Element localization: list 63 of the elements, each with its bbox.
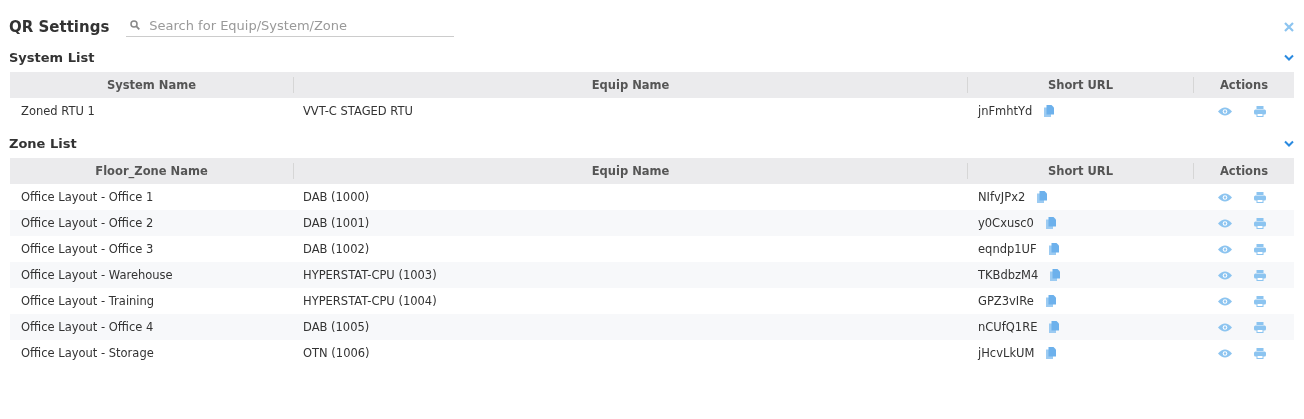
table-cell-text: TKBdbzM4 <box>977 268 1039 282</box>
copy-icon[interactable] <box>1050 269 1061 281</box>
close-icon[interactable] <box>1284 22 1294 32</box>
column-header[interactable]: Equip Name <box>294 77 968 93</box>
table-cell-text: Office Layout - Office 4 <box>20 320 155 334</box>
eye-icon[interactable] <box>1218 192 1232 202</box>
column-header[interactable]: Equip Name <box>294 163 968 179</box>
copy-icon[interactable] <box>1044 105 1055 117</box>
printer-icon[interactable] <box>1254 321 1266 333</box>
printer-icon[interactable] <box>1254 243 1266 255</box>
printer-icon[interactable] <box>1254 295 1266 307</box>
table-cell-text: DAB (1000) <box>302 190 371 204</box>
eye-icon[interactable] <box>1218 106 1232 116</box>
printer-icon[interactable] <box>1254 191 1266 203</box>
copy-icon[interactable] <box>1037 191 1048 203</box>
table-cell-text: y0Cxusc0 <box>977 216 1034 230</box>
chevron-down-icon[interactable] <box>1284 53 1294 61</box>
table-cell-text: DAB (1001) <box>302 216 371 230</box>
copy-icon[interactable] <box>1048 243 1059 255</box>
table-cell-text: HYPERSTAT-CPU (1004) <box>302 294 438 308</box>
table-cell-text: Office Layout - Office 3 <box>20 242 155 256</box>
table-cell-text: NIfvJPx2 <box>977 190 1026 204</box>
table-cell-text: Office Layout - Storage <box>20 346 155 360</box>
table-cell-text: DAB (1002) <box>302 242 371 256</box>
table-cell-text: eqndp1UF <box>977 242 1037 256</box>
table-cell-text: jnFmhtYd <box>976 104 1033 118</box>
copy-icon[interactable] <box>1046 347 1057 359</box>
search-icon <box>130 20 141 30</box>
table-cell-text: HYPERSTAT-CPU (1003) <box>302 268 438 282</box>
table-cell-text: Office Layout - Training <box>20 294 156 308</box>
table-cell-text: OTN (1006) <box>302 346 371 360</box>
table-cell-text: Office Layout - Office 2 <box>20 216 155 230</box>
table-cell-text: nCUfQ1RE <box>977 320 1038 334</box>
copy-icon[interactable] <box>1045 295 1056 307</box>
eye-icon[interactable] <box>1218 348 1232 358</box>
column-header[interactable]: Floor_Zone Name <box>10 163 294 179</box>
printer-icon[interactable] <box>1254 105 1266 117</box>
eye-icon[interactable] <box>1218 218 1232 228</box>
table-cell-text: Office Layout - Warehouse <box>20 268 174 282</box>
eye-icon[interactable] <box>1218 322 1232 332</box>
table-cell-text: DAB (1005) <box>302 320 371 334</box>
printer-icon[interactable] <box>1254 217 1266 229</box>
page-title: QR Settings <box>9 18 110 36</box>
column-header[interactable]: Actions <box>1194 158 1294 184</box>
column-header[interactable]: Short URL <box>968 77 1194 93</box>
section-title: Zone List <box>9 135 77 151</box>
column-header[interactable]: Short URL <box>968 163 1194 179</box>
section-title: System List <box>9 49 95 65</box>
copy-icon[interactable] <box>1049 321 1060 333</box>
table-cell-text: Office Layout - Office 1 <box>20 190 155 204</box>
eye-icon[interactable] <box>1218 296 1232 306</box>
printer-icon[interactable] <box>1254 347 1266 359</box>
eye-icon[interactable] <box>1218 244 1232 254</box>
column-header[interactable]: System Name <box>10 77 294 93</box>
column-header[interactable]: Actions <box>1194 72 1294 98</box>
table-cell-text: Zoned RTU 1 <box>20 104 96 118</box>
table-cell-text: VVT-C STAGED RTU <box>302 104 414 118</box>
copy-icon[interactable] <box>1045 217 1056 229</box>
table-cell-text: jHcvLkUM <box>976 346 1035 360</box>
table-cell-text: GPZ3vIRe <box>977 294 1034 308</box>
chevron-down-icon[interactable] <box>1284 139 1294 147</box>
printer-icon[interactable] <box>1254 269 1266 281</box>
eye-icon[interactable] <box>1218 270 1232 280</box>
